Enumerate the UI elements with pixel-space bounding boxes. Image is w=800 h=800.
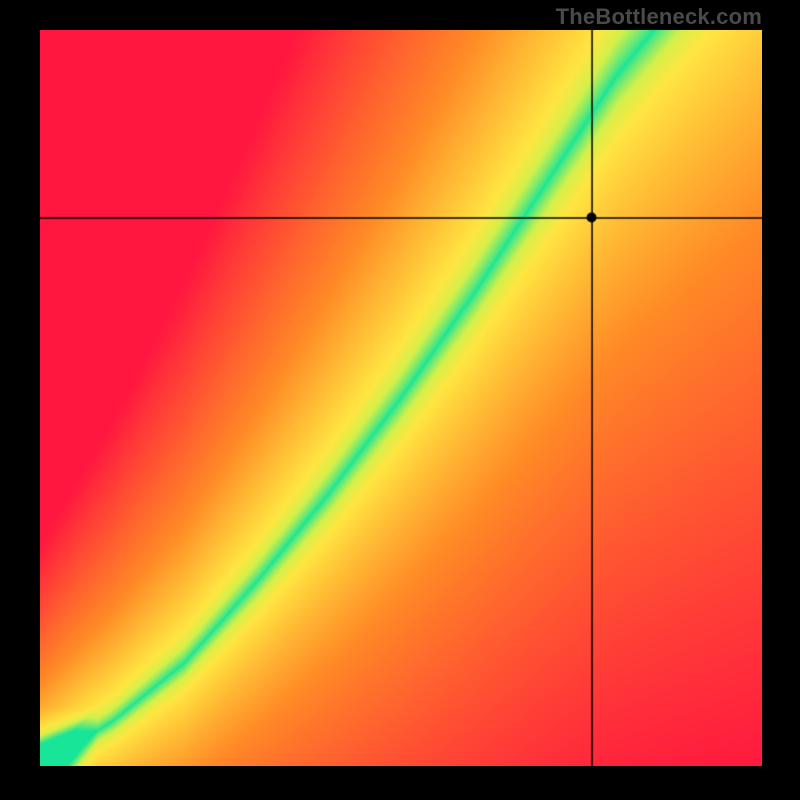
watermark-text: TheBottleneck.com <box>556 4 762 30</box>
heatmap-canvas <box>40 30 762 766</box>
chart-frame: TheBottleneck.com <box>0 0 800 800</box>
